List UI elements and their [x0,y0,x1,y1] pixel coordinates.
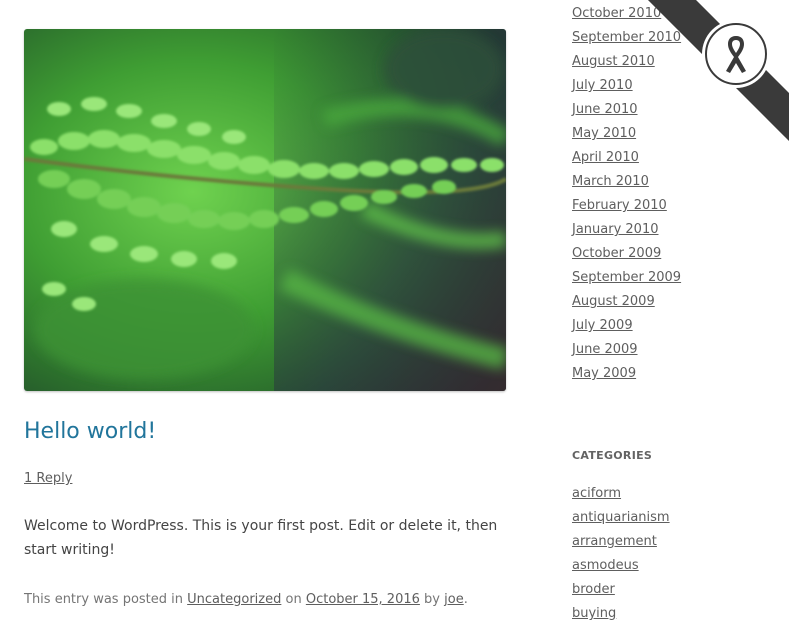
archive-item: July 2009 [572,316,681,340]
archive-link[interactable]: July 2009 [572,318,633,333]
category-link[interactable]: arrangement [572,534,657,549]
featured-image[interactable] [24,29,506,391]
archive-item: October 2009 [572,244,681,268]
awareness-ribbon-icon [726,36,746,73]
meta-on: on [285,592,302,607]
category-item: antiquarianism [572,508,670,532]
archive-item: September 2009 [572,268,681,292]
category-item: broder [572,580,670,604]
archive-link[interactable]: January 2010 [572,222,659,237]
category-link[interactable]: antiquarianism [572,510,670,525]
categories-list: aciform antiquarianism arrangement asmod… [572,484,670,628]
category-item: asmodeus [572,556,670,580]
category-link[interactable]: asmodeus [572,558,639,573]
categories-title: CATEGORIES [572,449,653,462]
meta-prefix: This entry was posted in [24,592,184,607]
archive-item: March 2010 [572,172,681,196]
reply-link[interactable]: 1 Reply [24,470,72,488]
awareness-ribbon-badge[interactable] [705,23,767,85]
category-item: buying [572,604,670,628]
archive-link[interactable]: June 2009 [572,342,638,357]
post-content: Welcome to WordPress. This is your first… [24,518,498,558]
archive-link[interactable]: August 2009 [572,294,655,309]
category-link[interactable]: aciform [572,486,621,501]
archive-item: August 2009 [572,292,681,316]
category-link[interactable]: broder [572,582,615,597]
category-item: aciform [572,484,670,508]
category-link[interactable]: Uncategorized [187,592,281,607]
archive-link[interactable]: September 2009 [572,270,681,285]
meta-end: . [463,592,468,607]
post-title[interactable]: Hello world! [24,416,156,448]
category-item: arrangement [572,532,670,556]
archive-link[interactable]: February 2010 [572,198,667,213]
archive-link[interactable]: October 2009 [572,246,661,261]
archive-item: January 2010 [572,220,681,244]
entry-meta: This entry was posted in Uncategorized o… [24,590,468,610]
category-link[interactable]: buying [572,606,616,621]
date-link[interactable]: October 15, 2016 [306,592,420,607]
author-link[interactable]: joe [444,592,464,607]
archive-link[interactable]: March 2010 [572,174,649,189]
page: Hello world! 1 Reply Welcome to WordPres… [0,0,789,632]
meta-by: by [424,592,440,607]
archive-item: June 2009 [572,340,681,364]
archive-item: February 2010 [572,196,681,220]
archive-link[interactable]: May 2009 [572,366,636,381]
archive-item: May 2009 [572,364,681,388]
